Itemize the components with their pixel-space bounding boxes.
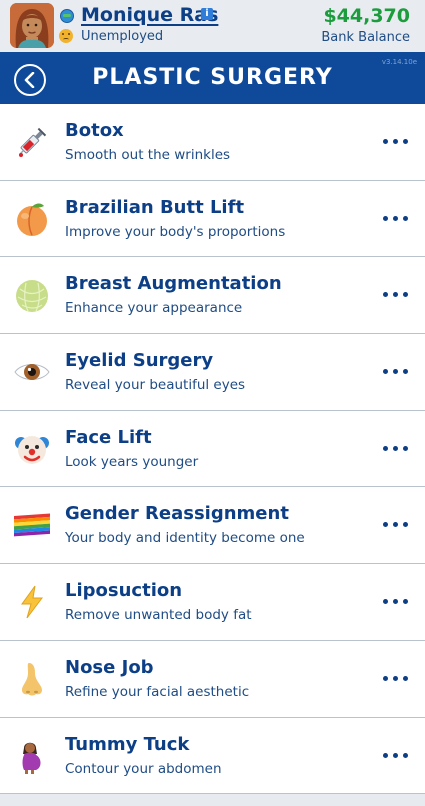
more-options-button[interactable] [383, 132, 411, 152]
job-status: Unemployed [81, 29, 164, 44]
more-options-button[interactable] [383, 515, 411, 535]
list-item-face-lift[interactable]: Face Lift Look years younger [0, 410, 425, 488]
item-title: Eyelid Surgery [65, 350, 214, 372]
list-item-liposuction[interactable]: Liposuction Remove unwanted body fat [0, 564, 425, 641]
item-description: Enhance your appearance [65, 300, 243, 317]
list-item-botox[interactable]: Botox Smooth out the wrinkles [0, 104, 425, 181]
globe-icon [60, 9, 74, 23]
item-description: Improve your body's proportions [65, 223, 286, 240]
item-title: Liposuction [65, 580, 183, 602]
more-options-button[interactable] [383, 439, 411, 459]
item-description: Smooth out the wrinkles [65, 147, 231, 163]
list-item-nose-job[interactable]: Nose Job Refine your facial aesthetic [0, 640, 425, 718]
list-item-gender-reassignment[interactable]: Gender Reassignment Your body and identi… [0, 487, 425, 565]
procedure-list: Botox Smooth out the wrinkles Brazilian … [0, 104, 425, 795]
bank-balance: $44,370 [323, 5, 410, 27]
nose-icon [14, 661, 50, 697]
rainbow-flag-icon [14, 507, 50, 543]
version-label: v3.14.10e [381, 58, 417, 66]
item-description: Refine your facial aesthetic [65, 683, 250, 700]
title-bar: PLASTIC SURGERY v3.14.10e [0, 52, 425, 104]
more-options-button[interactable] [383, 592, 411, 612]
item-description: Reveal your beautiful eyes [65, 377, 246, 394]
item-description: Contour your abdomen [65, 760, 222, 777]
syringe-icon [14, 124, 50, 160]
list-item-tummy-tuck[interactable]: Tummy Tuck Contour your abdomen [0, 717, 425, 795]
more-options-button[interactable] [383, 669, 411, 689]
item-title: Gender Reassignment [65, 503, 289, 525]
clown-face-icon [14, 431, 50, 467]
page-title: PLASTIC SURGERY [92, 65, 333, 90]
item-description: Remove unwanted body fat [65, 607, 252, 624]
item-description: Look years younger [65, 453, 199, 470]
item-title: Brazilian Butt Lift [65, 196, 245, 218]
player-name[interactable]: Monique Ras [81, 4, 218, 26]
list-item-brazilian-butt-lift[interactable]: Brazilian Butt Lift Improve your body's … [0, 180, 425, 258]
list-item-breast-augmentation[interactable]: Breast Augmentation Enhance your appeara… [0, 257, 425, 335]
more-options-button[interactable] [383, 285, 411, 305]
item-description: Your body and identity become one [65, 530, 305, 547]
avatar[interactable] [10, 3, 54, 48]
more-options-button[interactable] [383, 362, 411, 382]
mood-face-icon [59, 29, 73, 43]
peach-icon [14, 201, 50, 237]
pregnant-woman-icon [14, 738, 50, 774]
info-icon[interactable]: i [201, 8, 213, 20]
list-item-eyelid-surgery[interactable]: Eyelid Surgery Reveal your beautiful eye… [0, 334, 425, 411]
item-title: Face Lift [65, 426, 152, 448]
item-title: Breast Augmentation [65, 273, 282, 295]
more-options-button[interactable] [383, 209, 411, 229]
item-title: Nose Job [65, 656, 154, 678]
status-bar: Monique Ras i Unemployed $44,370 Bank Ba… [0, 0, 425, 52]
more-options-button[interactable] [383, 746, 411, 766]
lightning-icon [14, 584, 50, 620]
melon-icon [14, 277, 50, 313]
bank-balance-label: Bank Balance [321, 30, 410, 45]
item-title: Botox [65, 120, 124, 141]
item-title: Tummy Tuck [65, 733, 190, 755]
eye-icon [14, 354, 50, 390]
